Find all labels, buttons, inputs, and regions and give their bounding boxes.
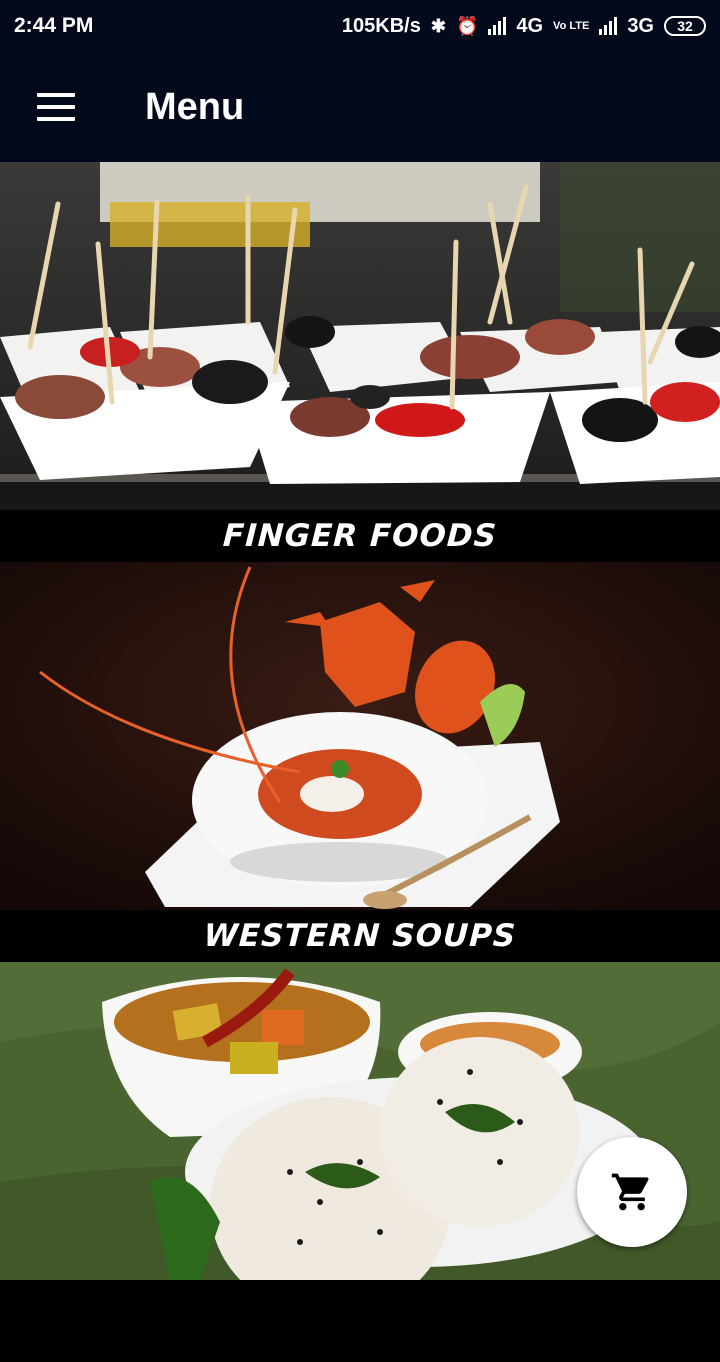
network-type-2: 3G bbox=[627, 14, 654, 37]
bluetooth-icon: ✱ bbox=[430, 15, 446, 36]
alarm-icon: ⏰ bbox=[455, 15, 479, 36]
status-time: 2:44 PM bbox=[14, 14, 94, 37]
signal-icon bbox=[488, 17, 507, 35]
app-bar: Menu bbox=[0, 52, 720, 162]
status-bar: 2:44 PM 105KB/s ✱ ⏰ 4G Vo LTE 3G 32 bbox=[0, 0, 720, 52]
cart-icon bbox=[611, 1173, 649, 1211]
battery-icon: 32 bbox=[664, 16, 706, 36]
network-type-1: 4G bbox=[516, 14, 544, 37]
cart-button[interactable] bbox=[577, 1137, 687, 1247]
category-card-western-soups[interactable]: WESTERN SOUPS bbox=[0, 562, 720, 962]
network-speed: 105KB/s bbox=[341, 14, 421, 37]
page-title: Menu bbox=[145, 85, 245, 128]
category-label: FINGER FOODS bbox=[0, 510, 720, 562]
category-card-finger-foods[interactable]: FINGER FOODS bbox=[0, 162, 720, 562]
signal-icon bbox=[599, 17, 618, 35]
status-icons: 105KB/s ✱ ⏰ 4G Vo LTE 3G 32 bbox=[342, 15, 706, 38]
volte-label: Vo LTE bbox=[553, 20, 590, 32]
hamburger-icon[interactable] bbox=[37, 93, 75, 121]
category-label: WESTERN SOUPS bbox=[0, 910, 720, 962]
western-soups-photo bbox=[0, 562, 720, 910]
finger-foods-photo bbox=[0, 162, 720, 510]
